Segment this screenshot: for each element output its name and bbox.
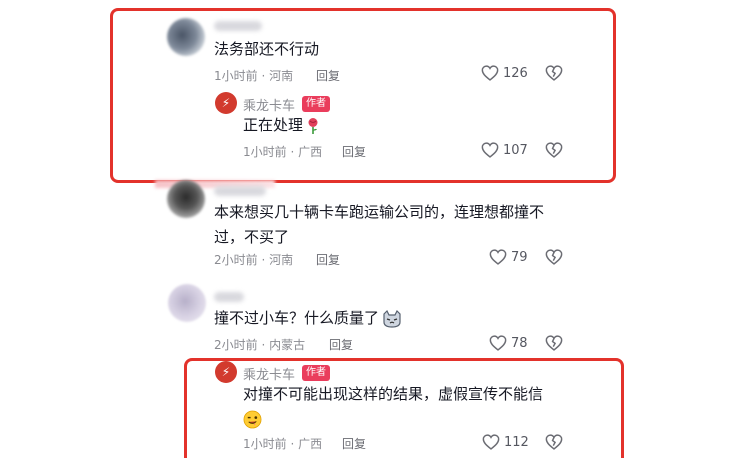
like-button[interactable]: 107	[481, 142, 528, 158]
comment-text-line1: 本来想买几十辆卡车跑运输公司的，连理想都撞不	[214, 203, 545, 221]
dislike-button[interactable]	[545, 65, 563, 85]
comment-text-line2: 过，不买了	[214, 228, 290, 246]
truck-logo-icon: ⚡	[221, 96, 231, 110]
cat-emoji-icon	[382, 309, 402, 332]
like-count: 126	[503, 65, 528, 81]
like-count: 112	[504, 434, 529, 450]
heart-outline-icon	[481, 142, 499, 158]
reply-button[interactable]: 回复	[316, 251, 340, 268]
broken-heart-icon	[545, 434, 563, 450]
like-count: 107	[503, 142, 528, 158]
author-avatar[interactable]: ⚡	[215, 92, 237, 114]
like-count: 78	[511, 335, 528, 351]
avatar[interactable]	[167, 18, 205, 56]
broken-heart-icon	[545, 249, 563, 265]
heart-outline-icon	[489, 335, 507, 351]
broken-heart-icon	[545, 142, 563, 158]
like-button[interactable]: 79	[489, 249, 528, 265]
wink-emoji-icon	[243, 410, 262, 433]
heart-outline-icon	[482, 434, 500, 450]
reply-button[interactable]: 回复	[342, 143, 366, 160]
comment-text: 法务部还不行动	[214, 40, 320, 58]
reply-button[interactable]: 回复	[342, 435, 366, 452]
dislike-button[interactable]	[545, 335, 563, 355]
comment-meta: 2小时前 · 内蒙古	[214, 338, 306, 352]
avatar[interactable]	[168, 284, 206, 322]
author-reply-text: 正在处理	[243, 116, 304, 134]
author-avatar[interactable]: ⚡	[215, 361, 237, 383]
username-blurred	[214, 186, 266, 196]
author-tag: 作者	[302, 96, 330, 112]
dislike-button[interactable]	[545, 249, 563, 269]
like-button[interactable]: 126	[481, 65, 528, 81]
avatar[interactable]	[167, 180, 205, 218]
username-blurred	[214, 21, 262, 31]
like-count: 79	[511, 249, 528, 265]
rose-emoji-icon	[306, 117, 320, 139]
author-reply-meta: 1小时前 · 广西	[243, 437, 323, 451]
comment-text: 撞不过小车？什么质量了	[214, 309, 380, 327]
username-blurred	[214, 292, 244, 302]
dislike-button[interactable]	[545, 142, 563, 162]
broken-heart-icon	[545, 65, 563, 81]
truck-logo-icon: ⚡	[221, 365, 231, 379]
comment-meta: 1小时前 · 河南	[214, 69, 294, 83]
like-button[interactable]: 78	[489, 335, 528, 351]
like-button[interactable]: 112	[482, 434, 529, 450]
author-reply-meta: 1小时前 · 广西	[243, 145, 323, 159]
dislike-button[interactable]	[545, 434, 563, 454]
comment-thread-screenshot: 法务部还不行动 1小时前 · 河南 回复 126 ⚡ 乘龙卡车 作者 正在处理 …	[0, 0, 753, 458]
author-tag: 作者	[302, 365, 330, 381]
broken-heart-icon	[545, 335, 563, 351]
author-reply-text: 对撞不可能出现这样的结果，虚假宣传不能信	[243, 385, 544, 403]
reply-button[interactable]: 回复	[329, 336, 353, 353]
reply-button[interactable]: 回复	[316, 67, 340, 84]
heart-outline-icon	[481, 65, 499, 81]
comment-meta: 2小时前 · 河南	[214, 253, 294, 267]
heart-outline-icon	[489, 249, 507, 265]
